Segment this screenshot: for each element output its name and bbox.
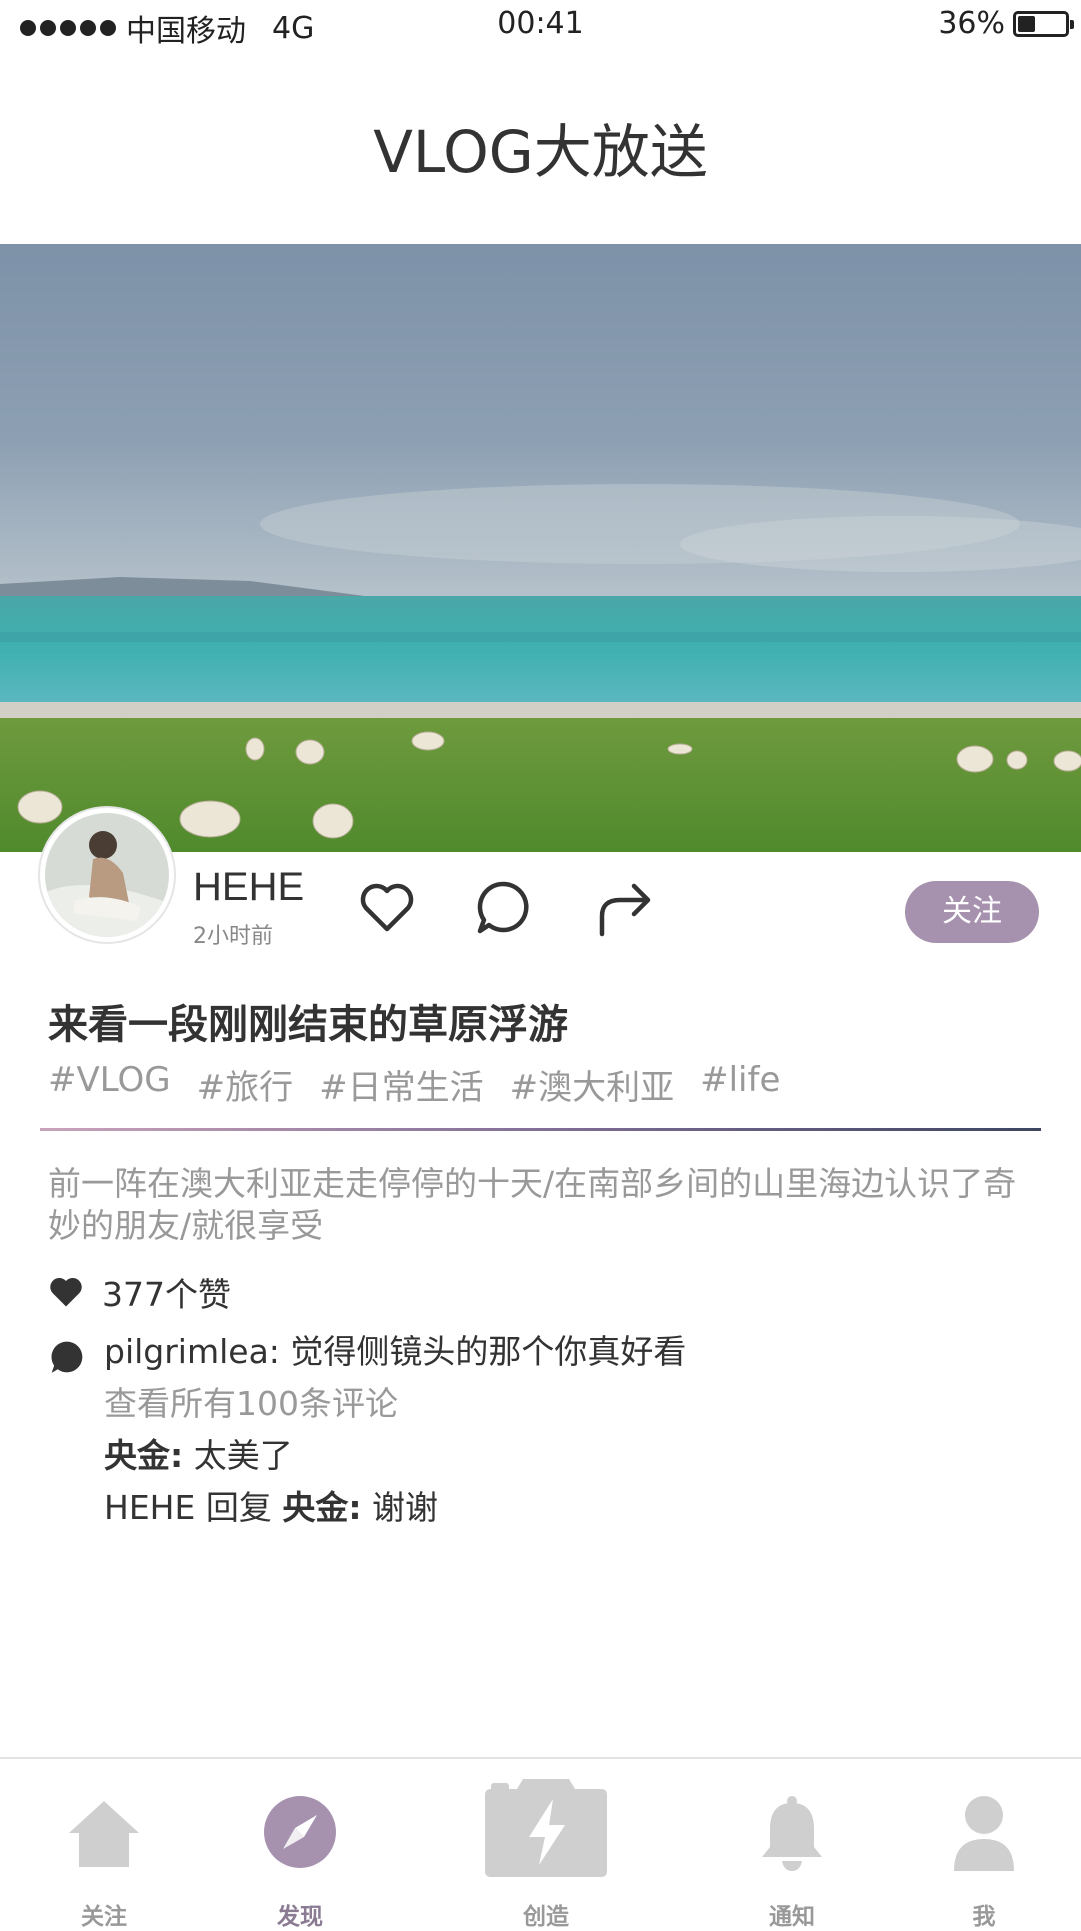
- tab-label: 发现: [277, 1904, 323, 1930]
- tab-label: 通知: [769, 1904, 815, 1930]
- tab-me[interactable]: 我: [914, 1759, 1054, 1930]
- username[interactable]: HEHE: [193, 865, 304, 910]
- post-time: 2小时前: [193, 924, 273, 949]
- tag-item[interactable]: #旅行: [197, 1060, 294, 1109]
- status-bar-right: 36%: [938, 6, 1074, 41]
- comment-filled-icon: [51, 1341, 83, 1373]
- tag-item[interactable]: #澳大利亚: [510, 1060, 675, 1109]
- bell-icon: [762, 1796, 822, 1871]
- tab-notifications[interactable]: 通知: [722, 1759, 862, 1930]
- comment-author[interactable]: HEHE: [104, 1488, 195, 1527]
- battery-icon: [1013, 10, 1074, 37]
- comment-item: pilgrimlea: 觉得侧镜头的那个你真好看: [104, 1330, 686, 1382]
- heart-filled-icon: [50, 1278, 82, 1307]
- reply-word: 回复: [195, 1488, 283, 1527]
- comment-author[interactable]: 央金:: [104, 1436, 183, 1475]
- share-arrow-icon[interactable]: [596, 876, 658, 938]
- post-title: 来看一段刚刚结束的草原浮游: [48, 1002, 568, 1048]
- status-time: 00:41: [497, 6, 584, 41]
- battery-level: [1018, 15, 1035, 32]
- post-description: 前一阵在澳大利亚走走停停的十天/在南部乡间的山里海边认识了奇妙的朋友/就很享受: [48, 1164, 1017, 1245]
- battery-percent: 36%: [938, 6, 1005, 41]
- tag-item[interactable]: #VLOG: [48, 1060, 171, 1109]
- tab-label: 我: [972, 1904, 996, 1930]
- tag-item[interactable]: #日常生活: [319, 1060, 484, 1109]
- likes-row: 377个赞: [48, 1268, 231, 1316]
- tab-discover[interactable]: 发现: [230, 1759, 370, 1930]
- tab-label: 关注: [81, 1904, 127, 1930]
- user-icon: [954, 1796, 1014, 1871]
- view-all-comments-link[interactable]: 查看所有100条评论: [104, 1382, 686, 1434]
- comment-reply: HEHE 回复 央金: 谢谢: [104, 1486, 686, 1538]
- page-title: VLOG大放送: [373, 118, 708, 186]
- comments-section: pilgrimlea: 觉得侧镜头的那个你真好看 查看所有100条评论 央金: …: [104, 1330, 686, 1538]
- follow-button[interactable]: 关注: [905, 881, 1039, 943]
- comment-text: 太美了: [183, 1436, 293, 1475]
- gradient-divider: [40, 1128, 1041, 1131]
- comment-author[interactable]: pilgrimlea:: [104, 1332, 280, 1371]
- tab-create[interactable]: 创造: [476, 1759, 616, 1930]
- likes-count[interactable]: 377个赞: [102, 1268, 231, 1316]
- camera-icon: [485, 1779, 607, 1877]
- comment-text: 谢谢: [361, 1488, 439, 1527]
- comment-item: 央金: 太美了: [104, 1434, 686, 1486]
- comment-bubble-icon[interactable]: [472, 876, 534, 938]
- tag-item[interactable]: #life: [700, 1060, 780, 1109]
- compass-icon: [264, 1796, 336, 1868]
- bottom-tab-bar: 关注 发现 创造 通知 我: [0, 1757, 1081, 1930]
- avatar[interactable]: [40, 808, 174, 942]
- comment-text: 觉得侧镜头的那个你真好看: [279, 1332, 687, 1371]
- like-heart-icon[interactable]: [356, 876, 418, 938]
- tab-follow[interactable]: 关注: [34, 1759, 174, 1930]
- tab-label: 创造: [523, 1904, 569, 1930]
- status-bar: 中国移动 4G 00:41 36%: [0, 0, 1081, 52]
- reply-target[interactable]: 央金:: [282, 1488, 361, 1527]
- home-icon: [69, 1801, 139, 1867]
- post-photo[interactable]: [0, 244, 1081, 852]
- tag-list: #VLOG #旅行 #日常生活 #澳大利亚 #life: [48, 1060, 780, 1109]
